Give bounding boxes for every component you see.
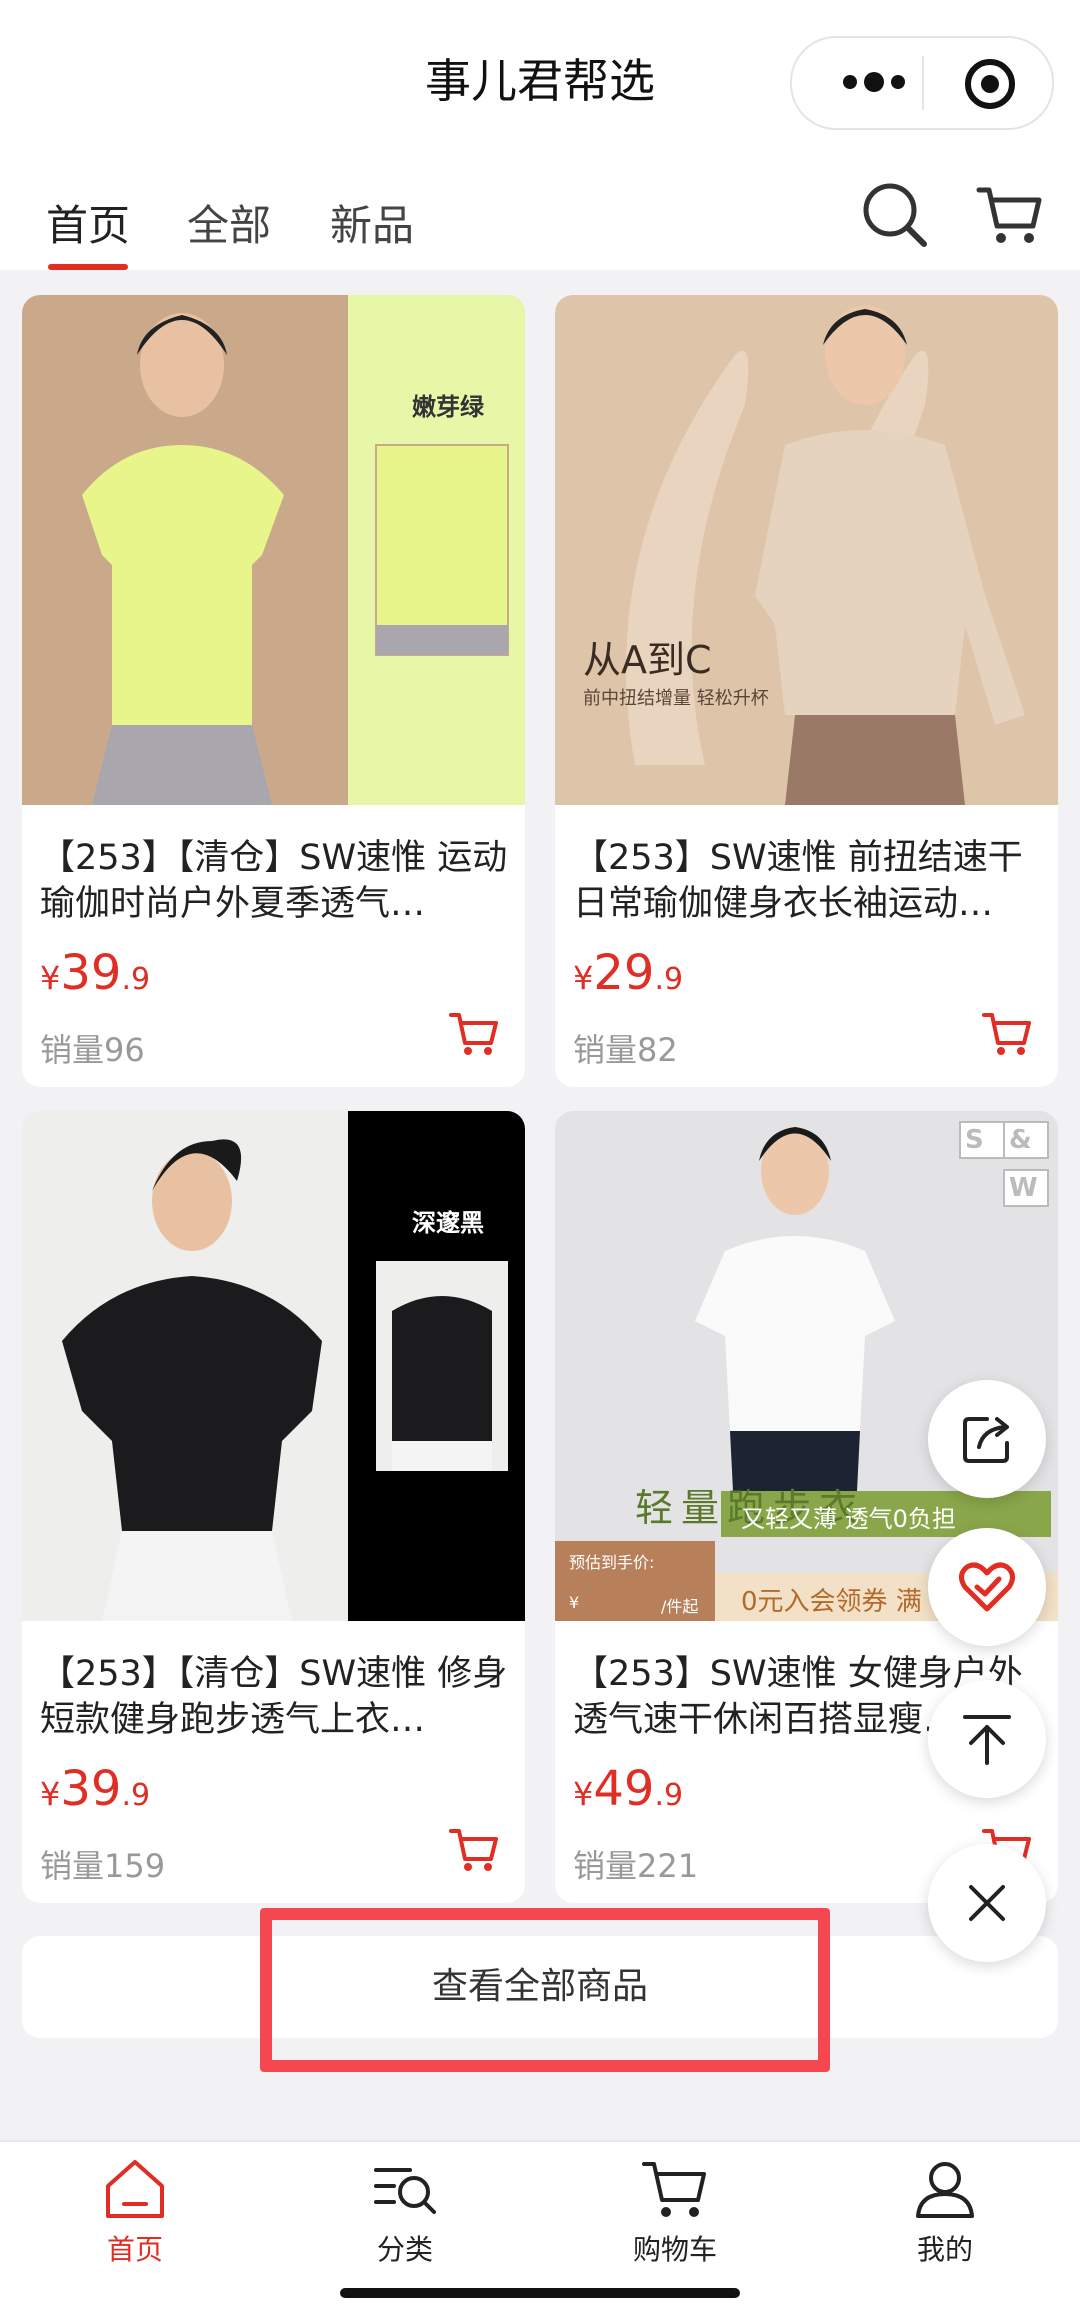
app-header: 事儿君帮选 首页 全部 新品 [0,0,1080,270]
promo-headline: 从A到C [583,638,712,682]
add-to-cart-icon[interactable] [449,1827,499,1873]
tab-home[interactable]: 首页 [46,192,130,253]
product-card[interactable]: 从A到C 前中扭结增量 轻松升杯 【253】SW速惟 前扭结速干日常瑜伽健身衣长… [555,295,1058,1087]
sales-count: 销量96 [40,1031,145,1069]
color-tag: 嫩芽绿 [412,393,484,421]
favorite-button[interactable] [928,1528,1046,1646]
brand-logo-w: W [1003,1169,1049,1207]
product-title[interactable]: 【253】SW速惟 前扭结速干日常瑜伽健身衣长袖运动… [573,835,1043,927]
back-to-top-button[interactable] [928,1680,1046,1798]
tab-new[interactable]: 新品 [330,192,414,253]
share-icon [963,1417,1009,1463]
nav-cart[interactable]: 购物车 [575,2154,775,2268]
active-tab-indicator [48,264,128,270]
search-icon[interactable] [860,180,930,250]
cart-icon [642,2162,706,2217]
nav-profile[interactable]: 我的 [845,2154,1045,2268]
product-price: ¥39.9 [40,1761,151,1817]
product-card[interactable]: 嫩芽绿 【253】【清仓】SW速惟 运动瑜伽时尚户外夏季透气… ¥39.9 销量… [22,295,525,1087]
sales-count: 销量221 [573,1847,699,1885]
capsule-divider [922,56,924,110]
tab-all[interactable]: 全部 [187,192,271,253]
price-suffix: /件起 [661,1597,699,1616]
home-icon [106,2160,164,2218]
close-float-button[interactable] [928,1844,1046,1962]
heart-check-icon [959,1562,1015,1612]
home-indicator [340,2288,740,2298]
cart-icon[interactable] [975,180,1045,250]
tab-bar: 首页 全部 新品 [0,180,1080,270]
category-icon [374,2168,436,2214]
close-miniprogram-icon[interactable] [964,58,1016,110]
close-icon [969,1885,1005,1921]
product-image[interactable] [555,295,1058,805]
sales-count: 销量82 [573,1031,678,1069]
color-tag: 深邃黑 [412,1209,484,1237]
promo-subline: 又轻又薄 透气0负担 [741,1505,956,1533]
arrow-up-icon [963,1715,1011,1765]
product-image[interactable] [22,295,525,805]
product-title[interactable]: 【253】【清仓】SW速惟 运动瑜伽时尚户外夏季透气… [40,835,510,927]
mini-program-capsule [790,36,1054,130]
promo-coupon: 0元入会领券 满 [741,1587,922,1617]
product-price: ¥29.9 [573,945,684,1001]
share-button[interactable] [928,1380,1046,1498]
product-price: ¥49.9 [573,1761,684,1817]
product-price: ¥39.9 [40,945,151,1001]
sales-count: 销量159 [40,1847,166,1885]
nav-category[interactable]: 分类 [305,2154,505,2268]
price-unit: ¥ [569,1593,580,1612]
more-icon[interactable] [832,58,932,106]
price-label: 预估到手价: [569,1553,655,1572]
brand-logo-s: S [959,1121,1005,1159]
highlight-box [260,1908,830,2072]
add-to-cart-icon[interactable] [449,1011,499,1057]
nav-home[interactable]: 首页 [35,2154,235,2268]
user-icon [916,2162,974,2218]
product-card[interactable]: 深邃黑 【253】【清仓】SW速惟 修身短款健身跑步透气上衣… ¥39.9 销量… [22,1111,525,1903]
promo-subline: 前中扭结增量 轻松升杯 [583,688,769,709]
product-image[interactable] [22,1111,525,1621]
add-to-cart-icon[interactable] [982,1011,1032,1057]
brand-logo-and: & [1003,1121,1049,1159]
product-title[interactable]: 【253】【清仓】SW速惟 修身短款健身跑步透气上衣… [40,1651,510,1743]
